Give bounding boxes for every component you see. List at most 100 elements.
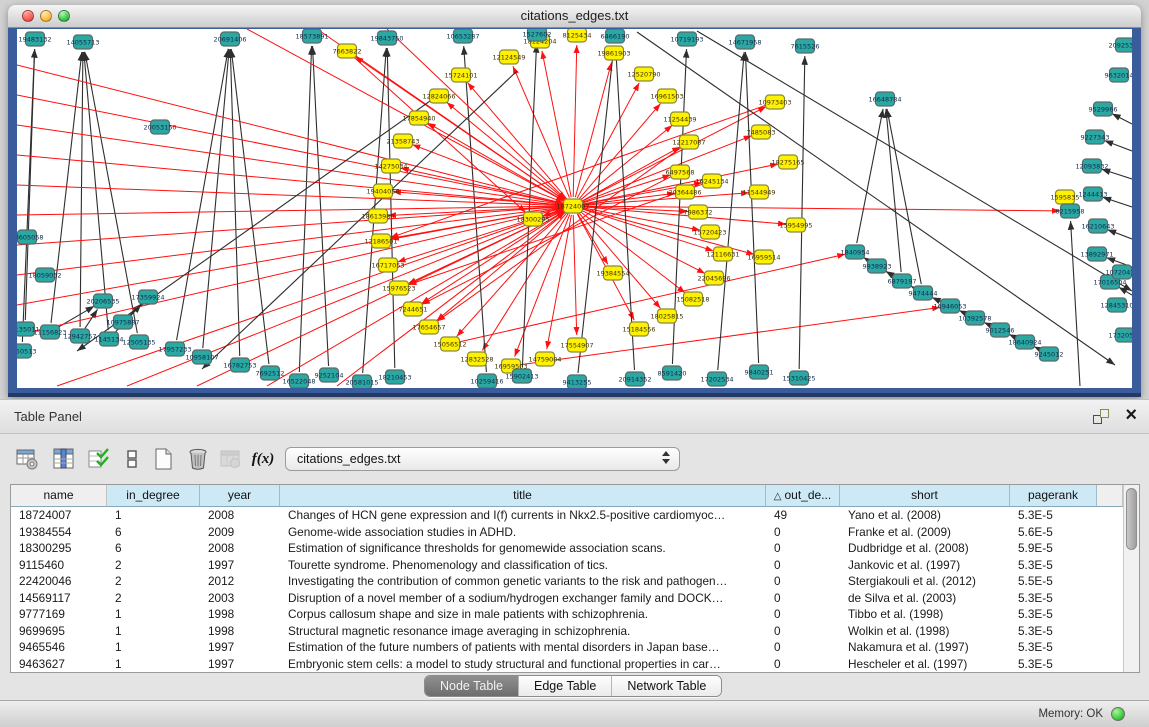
graph-node[interactable]: 11544949: [742, 185, 775, 199]
graph-node[interactable]: 15184556: [622, 322, 655, 336]
delete-columns-button[interactable]: [183, 444, 213, 474]
graph-node[interactable]: 12845310: [1100, 298, 1132, 312]
graph-node[interactable]: 9227343: [1081, 130, 1110, 144]
graph-node[interactable]: 8215958: [1056, 204, 1085, 218]
create-column-button[interactable]: [148, 444, 178, 474]
graph-node[interactable]: 16648784: [868, 92, 901, 106]
graph-edge[interactable]: [573, 45, 577, 197]
graph-node[interactable]: 16946053: [933, 299, 966, 313]
graph-node[interactable]: 1244413: [1079, 187, 1108, 201]
graph-node[interactable]: 9050513: [17, 344, 36, 358]
graph-edge[interactable]: [579, 213, 661, 309]
graph-node[interactable]: 15082518: [676, 292, 709, 306]
citation-network-graph[interactable]: 1872400718124204812543419861903125207901…: [17, 29, 1132, 388]
graph-node[interactable]: 18210453: [378, 370, 411, 384]
graph-edge[interactable]: [17, 65, 563, 204]
graph-node[interactable]: 17202534: [700, 372, 733, 386]
float-panel-icon[interactable]: [1093, 409, 1109, 424]
row-height-button[interactable]: [117, 444, 147, 474]
table-row[interactable]: 1456911722003Disruption of a novel membe…: [11, 590, 1123, 607]
graph-node[interactable]: 8125434: [563, 29, 592, 42]
tab-edge-table[interactable]: Edge Table: [518, 676, 611, 696]
graph-node[interactable]: 1145134: [95, 332, 124, 346]
graph-node[interactable]: 1840954: [841, 245, 870, 259]
window-titlebar[interactable]: citations_edges.txt: [8, 5, 1141, 28]
graph-edge[interactable]: [1104, 141, 1132, 151]
graph-node[interactable]: 16717053: [371, 258, 404, 272]
network-canvas[interactable]: 1872400718124204812543419861903125207901…: [17, 29, 1132, 388]
graph-node[interactable]: 20691406: [213, 32, 246, 46]
graph-node[interactable]: 6879197: [888, 274, 917, 288]
graph-node[interactable]: 7663822: [333, 44, 362, 58]
table-row[interactable]: 1872400712008Changes of HCN gene express…: [11, 507, 1123, 524]
graph-node[interactable]: 19483132: [18, 32, 51, 46]
table-scrollbar[interactable]: [1123, 485, 1139, 672]
graph-node[interactable]: 14759004: [528, 352, 561, 366]
graph-edge[interactable]: [799, 56, 805, 369]
graph-node[interactable]: 9252104: [315, 368, 344, 382]
graph-node[interactable]: 11254439: [663, 112, 696, 126]
graph-edge[interactable]: [230, 49, 239, 356]
graph-edge[interactable]: [437, 212, 566, 321]
graph-edge[interactable]: [203, 49, 229, 348]
graph-edge[interactable]: [575, 63, 611, 198]
close-panel-icon[interactable]: ×: [1125, 404, 1137, 426]
column-header-short[interactable]: short: [840, 485, 1010, 507]
column-header-title[interactable]: title: [280, 485, 766, 507]
graph-node[interactable]: 14671958: [728, 35, 761, 49]
graph-node[interactable]: 17854940: [402, 111, 435, 125]
graph-node[interactable]: 7615526: [791, 39, 820, 53]
graph-node[interactable]: 13892971: [1080, 247, 1113, 261]
table-row[interactable]: 2242004622012Investigating the contribut…: [11, 573, 1123, 590]
graph-node[interactable]: 18573891: [295, 29, 328, 43]
graph-node[interactable]: 15310425: [782, 371, 815, 385]
graph-edge[interactable]: [1102, 197, 1132, 207]
graph-node[interactable]: 12824066: [422, 89, 455, 103]
graph-node[interactable]: 9413255: [563, 375, 592, 388]
graph-node[interactable]: 12520790: [627, 67, 660, 81]
graph-edge[interactable]: [718, 52, 744, 370]
graph-edge[interactable]: [1102, 169, 1132, 179]
table-selector-dropdown[interactable]: citations_edges.txt: [285, 447, 680, 471]
graph-node[interactable]: 20925342: [1108, 38, 1132, 52]
graph-edge[interactable]: [1112, 114, 1132, 124]
graph-node[interactable]: 20206535: [86, 294, 119, 308]
column-header-in-degree[interactable]: in_degree: [107, 485, 200, 507]
graph-edge[interactable]: [313, 46, 329, 366]
graph-node[interactable]: 12217087: [672, 135, 705, 149]
column-header-out-degree[interactable]: △out_de...: [766, 485, 840, 507]
graph-node[interactable]: 12186501: [364, 234, 397, 248]
graph-node[interactable]: 18640924: [1008, 335, 1041, 349]
graph-node[interactable]: 10973403: [758, 95, 791, 109]
graph-edge[interactable]: [387, 48, 395, 368]
graph-node[interactable]: 16522048: [282, 374, 315, 388]
graph-node[interactable]: 8591420: [658, 366, 687, 380]
graph-node[interactable]: 19861903: [597, 46, 630, 60]
graph-edge[interactable]: [1107, 230, 1132, 239]
column-header-name[interactable]: name: [11, 485, 107, 507]
graph-node[interactable]: 6466190: [601, 29, 630, 43]
graph-node[interactable]: 15724101: [444, 68, 477, 82]
table-row[interactable]: 977716911998Corpus callosum shape and si…: [11, 606, 1123, 623]
graph-node[interactable]: 16245134: [695, 174, 728, 188]
graph-node[interactable]: 20581015: [345, 375, 378, 388]
graph-node[interactable]: 10259416: [470, 374, 503, 388]
graph-node[interactable]: 18275165: [771, 155, 804, 169]
graph-node[interactable]: 10392578: [958, 311, 991, 325]
graph-node[interactable]: 12832528: [460, 352, 493, 366]
graph-edge[interactable]: [580, 212, 685, 293]
graph-node[interactable]: 10653287: [446, 29, 479, 43]
graph-edge[interactable]: [1119, 287, 1132, 295]
graph-node[interactable]: 16961503: [650, 89, 683, 103]
delete-table-button[interactable]: [216, 444, 246, 474]
table-row[interactable]: 946554611997Estimation of the future num…: [11, 639, 1123, 656]
graph-node[interactable]: 15976523: [382, 281, 415, 295]
graph-node[interactable]: 9938923: [863, 259, 892, 273]
graph-edge[interactable]: [428, 123, 566, 202]
graph-edge[interactable]: [202, 71, 517, 369]
table-row[interactable]: 1938455462009Genome-wide association stu…: [11, 524, 1123, 541]
graph-node[interactable]: 20605058: [17, 230, 44, 244]
column-header-year[interactable]: year: [200, 485, 280, 507]
graph-edge[interactable]: [637, 32, 1115, 365]
table-row[interactable]: 969969511998Structural magnetic resonanc…: [11, 623, 1123, 640]
